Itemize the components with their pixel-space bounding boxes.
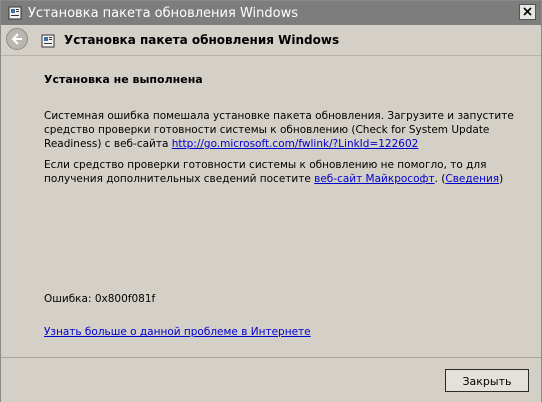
- title-bar[interactable]: Установка пакета обновления Windows: [1, 1, 541, 25]
- update-installer-window: Установка пакета обновления Windows Уста…: [0, 0, 542, 402]
- help-punct-end: ): [499, 173, 504, 185]
- page-title: Установка пакета обновления Windows: [64, 33, 340, 47]
- help-punct: . (: [434, 173, 446, 185]
- learn-more-link[interactable]: Узнать больше о данной проблеме в Интерн…: [44, 326, 311, 338]
- error-code: Ошибка: 0x800f081f: [44, 293, 156, 305]
- back-button[interactable]: [6, 28, 28, 50]
- close-button[interactable]: Закрыть: [445, 369, 529, 392]
- back-arrow-icon: [11, 33, 22, 45]
- info-link[interactable]: Сведения: [445, 173, 499, 185]
- status-heading: Установка не выполнена: [44, 73, 203, 86]
- microsoft-website-link[interactable]: веб-сайт Майкрософт: [314, 173, 434, 185]
- window-title: Установка пакета обновления Windows: [28, 6, 298, 21]
- readiness-tool-link[interactable]: http://go.microsoft.com/fwlink/?LinkId=1…: [172, 138, 419, 150]
- help-description: Если средство проверки готовности систем…: [44, 158, 514, 186]
- package-icon: [41, 33, 55, 48]
- error-description: Системная ошибка помешала установке паке…: [44, 109, 514, 151]
- window-close-button[interactable]: [519, 4, 536, 20]
- navigation-bar: Установка пакета обновления Windows: [1, 25, 541, 56]
- footer-bar: Закрыть: [1, 357, 541, 402]
- package-icon: [8, 5, 22, 20]
- close-icon: [523, 7, 532, 16]
- content-area: Установка не выполнена Системная ошибка …: [1, 56, 541, 357]
- learn-more-online: Узнать больше о данной проблеме в Интерн…: [44, 326, 311, 338]
